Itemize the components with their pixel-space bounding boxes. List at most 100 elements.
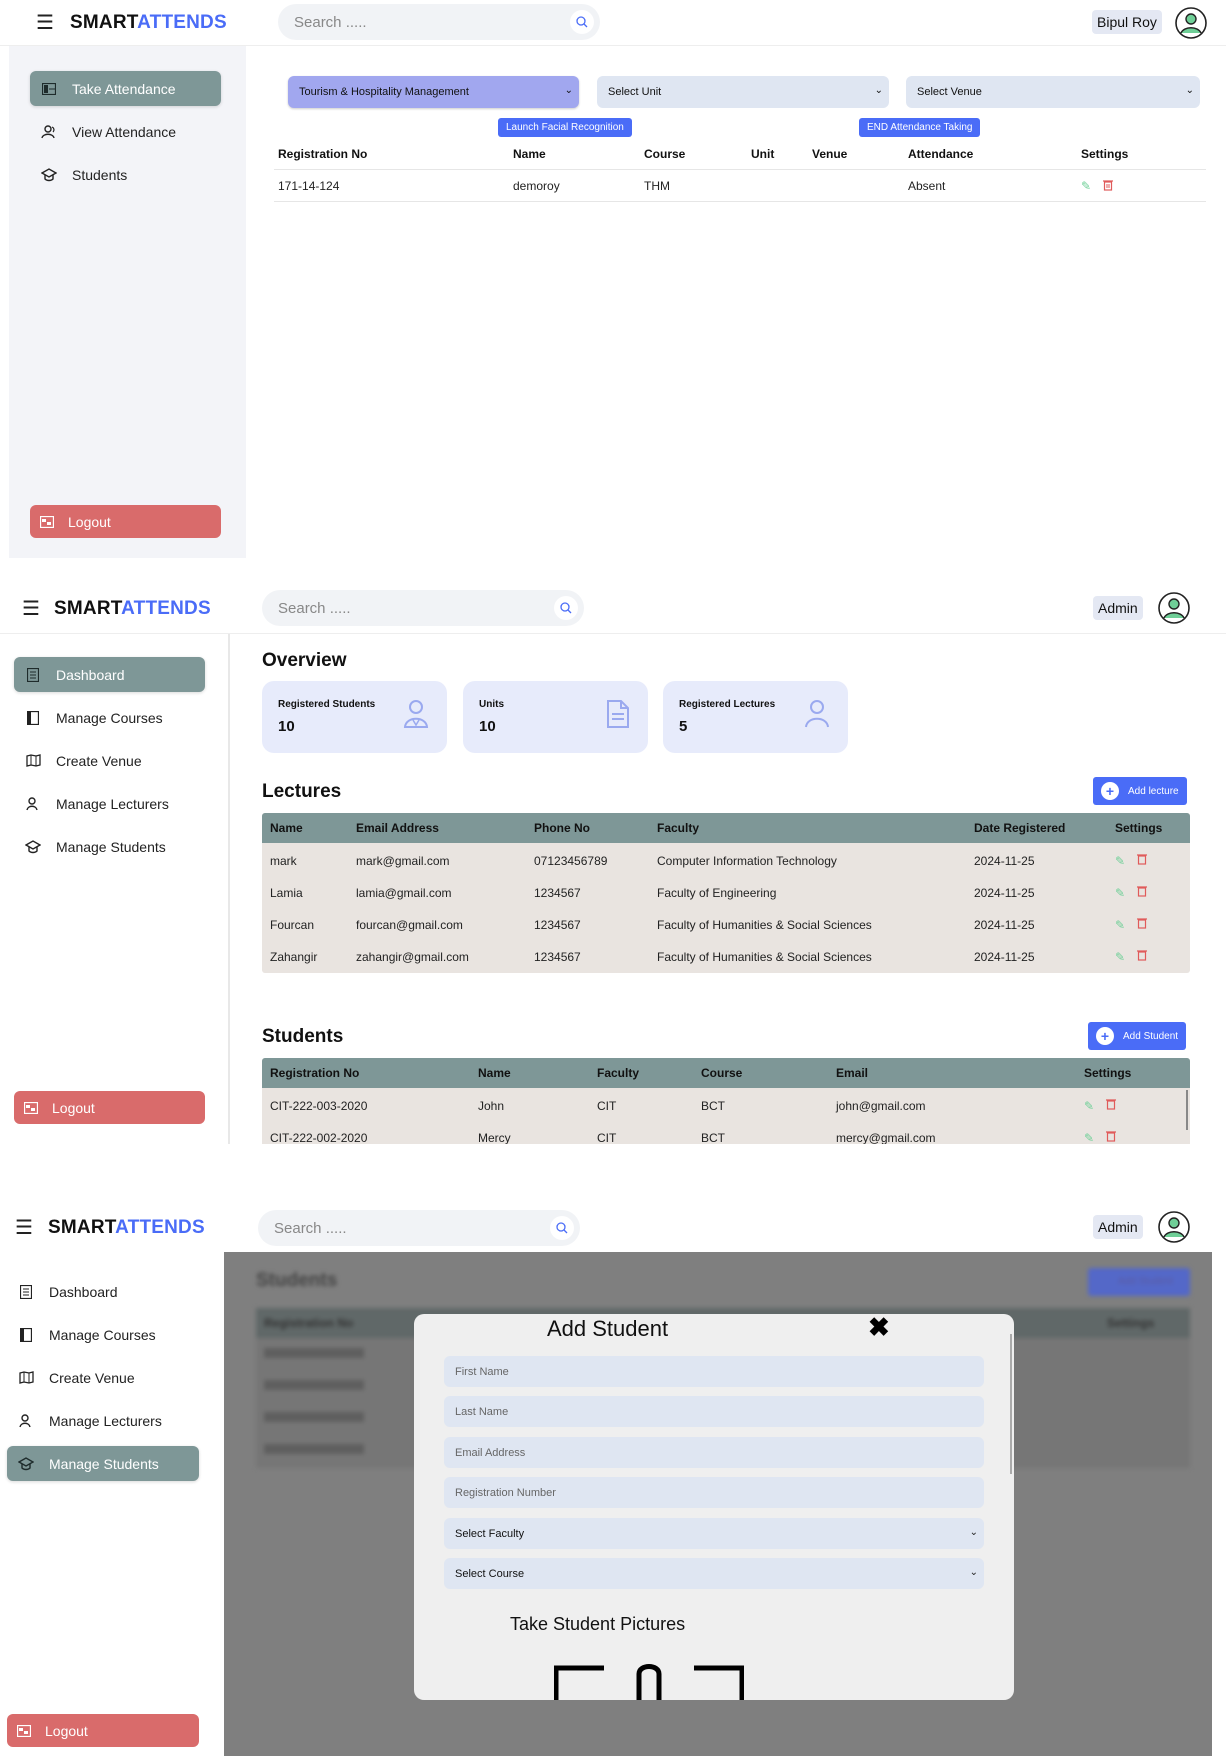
search-icon[interactable] — [570, 10, 594, 34]
menu-icon[interactable]: ☰ — [15, 1215, 33, 1240]
sidebar-item-dashboard[interactable]: Dashboard — [14, 657, 205, 692]
user-name[interactable]: Bipul Roy — [1092, 10, 1162, 34]
edit-icon[interactable]: ✎ — [1084, 1099, 1094, 1113]
registration-number-field[interactable]: Registration Number — [444, 1477, 984, 1508]
chevron-down-icon: ⌄ — [564, 85, 573, 96]
sidebar-item-label: Manage Courses — [56, 709, 163, 726]
plus-icon: + — [1101, 782, 1119, 800]
sidebar-item-label: Create Venue — [49, 1369, 135, 1386]
sidebar-item-manage-lecturers[interactable]: Manage Lecturers — [7, 1403, 199, 1438]
sidebar-item-label: Manage Lecturers — [56, 795, 169, 812]
end-attendance-button[interactable]: END Attendance Taking — [859, 118, 981, 137]
unit-select[interactable]: Select Unit ⌄ — [597, 76, 889, 108]
edit-icon[interactable]: ✎ — [1115, 950, 1125, 964]
search-placeholder: Search ..... — [278, 600, 351, 617]
sidebar-item-dashboard[interactable]: Dashboard — [7, 1274, 199, 1309]
sidebar-item-manage-students[interactable]: Manage Students — [14, 829, 205, 864]
brand-logo[interactable]: SMARTATTENDS — [70, 12, 227, 34]
table-cell: 1234567 — [534, 918, 581, 932]
add-student-button[interactable]: + Add Student — [1088, 1022, 1187, 1050]
units-card[interactable]: Units 10 — [463, 681, 648, 753]
table-cell: 171-14-124 — [278, 179, 340, 193]
sidebar-item-manage-lecturers[interactable]: Manage Lecturers — [14, 786, 205, 821]
camera-capture-icon[interactable] — [554, 1662, 744, 1700]
logout-button[interactable]: Logout — [30, 505, 221, 538]
sidebar-item-take-attendance[interactable]: Take Attendance — [30, 71, 221, 106]
sidebar-item-label: Manage Lecturers — [49, 1412, 162, 1429]
sidebar-item-manage-courses[interactable]: Manage Courses — [7, 1317, 199, 1352]
sidebar-item-label: Manage Students — [49, 1455, 159, 1472]
user-icon — [804, 699, 830, 734]
sidebar-item-label: Dashboard — [56, 666, 125, 683]
avatar-icon[interactable] — [1158, 592, 1190, 624]
delete-icon[interactable] — [1137, 885, 1147, 900]
course-select[interactable]: Select Course ⌄ — [444, 1558, 984, 1589]
menu-icon[interactable]: ☰ — [36, 10, 54, 35]
brand-logo[interactable]: SMARTATTENDS — [54, 598, 211, 620]
sidebar-item-create-venue[interactable]: Create Venue — [7, 1360, 199, 1395]
sidebar: Take Attendance View Attendance Students… — [9, 46, 246, 558]
delete-icon[interactable] — [1106, 1130, 1116, 1144]
search-input[interactable]: Search ..... — [262, 590, 584, 626]
sidebar-item-label: Create Venue — [56, 752, 142, 769]
add-lecture-button[interactable]: + Add lecture — [1093, 777, 1187, 805]
chevron-down-icon: ⌄ — [969, 1567, 978, 1578]
column-header: Attendance — [908, 147, 974, 161]
scrollbar[interactable] — [1186, 1090, 1188, 1130]
user-icon — [24, 795, 42, 813]
edit-icon[interactable]: ✎ — [1115, 886, 1125, 900]
faculty-select[interactable]: Select Faculty ⌄ — [444, 1518, 984, 1549]
first-name-field[interactable]: First Name — [444, 1356, 984, 1387]
launch-facial-recognition-button[interactable]: Launch Facial Recognition — [498, 118, 632, 137]
last-name-field[interactable]: Last Name — [444, 1396, 984, 1427]
search-input[interactable]: Search ..... — [278, 4, 600, 40]
document-icon — [606, 699, 630, 734]
registered-lectures-card[interactable]: Registered Lectures 5 — [663, 681, 848, 753]
table-cell: zahangir@gmail.com — [356, 950, 469, 964]
sidebar-item-create-venue[interactable]: Create Venue — [14, 743, 205, 778]
top-bar: ☰ SMARTATTENDS Search ..... Admin — [0, 584, 1226, 634]
search-icon[interactable] — [554, 596, 578, 620]
sidebar-item-view-attendance[interactable]: View Attendance — [30, 114, 221, 149]
column-header: Course — [644, 147, 686, 161]
sidebar-item-manage-students[interactable]: Manage Students — [7, 1446, 199, 1481]
user-name[interactable]: Admin — [1093, 596, 1143, 620]
modal-overlay[interactable]: Students Add Student Registration No Set… — [224, 1252, 1212, 1756]
menu-icon[interactable]: ☰ — [22, 596, 40, 621]
background-row — [264, 1412, 364, 1422]
course-select[interactable]: Tourism & Hospitality Management ⌄ — [288, 76, 579, 108]
registered-students-card[interactable]: Registered Students 10 — [262, 681, 447, 753]
delete-icon[interactable] — [1137, 917, 1147, 932]
logout-button[interactable]: Logout — [7, 1714, 199, 1747]
table-cell: mercy@gmail.com — [836, 1131, 936, 1144]
card-title: Registered Lectures — [679, 699, 776, 710]
map-icon — [24, 752, 42, 770]
logout-button[interactable]: Logout — [14, 1091, 205, 1124]
logout-icon — [17, 1724, 31, 1737]
brand-logo[interactable]: SMARTATTENDS — [48, 1217, 205, 1239]
avatar-icon[interactable] — [1175, 7, 1207, 39]
edit-icon[interactable]: ✎ — [1115, 854, 1125, 868]
sidebar-item-manage-courses[interactable]: Manage Courses — [14, 700, 205, 735]
edit-icon[interactable]: ✎ — [1115, 918, 1125, 932]
delete-icon[interactable] — [1137, 853, 1147, 868]
close-icon[interactable]: ✖ — [868, 1314, 890, 1343]
email-field[interactable]: Email Address — [444, 1437, 984, 1468]
avatar-icon[interactable] — [1158, 1211, 1190, 1243]
scrollbar[interactable] — [1010, 1334, 1012, 1474]
search-input[interactable]: Search ..... — [258, 1210, 580, 1246]
lectures-table: Name Email Address Phone No Faculty Date… — [262, 813, 1190, 973]
column-header: Name — [513, 147, 546, 161]
user-name[interactable]: Admin — [1093, 1215, 1143, 1239]
edit-icon[interactable]: ✎ — [1081, 179, 1091, 193]
search-icon[interactable] — [550, 1216, 574, 1240]
delete-icon[interactable] — [1106, 1098, 1116, 1113]
sidebar-item-students[interactable]: Students — [30, 157, 221, 192]
students-title: Students — [262, 1026, 344, 1047]
table-cell: CIT-222-002-2020 — [270, 1131, 368, 1144]
column-header: Unit — [751, 147, 775, 161]
delete-icon[interactable] — [1103, 178, 1113, 196]
delete-icon[interactable] — [1137, 949, 1147, 964]
venue-select[interactable]: Select Venue ⌄ — [906, 76, 1200, 108]
edit-icon[interactable]: ✎ — [1084, 1131, 1094, 1144]
